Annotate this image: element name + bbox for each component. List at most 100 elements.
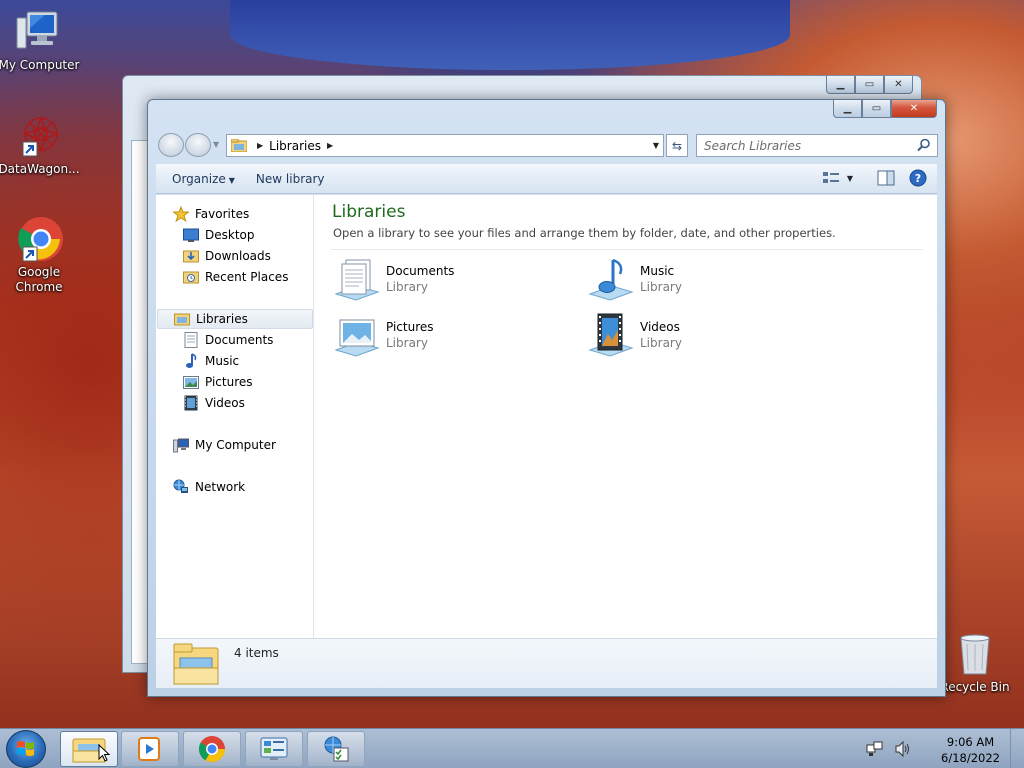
chrome-icon bbox=[198, 736, 226, 763]
mouse-cursor-icon bbox=[98, 744, 110, 762]
nav-item-libraries[interactable]: Libraries bbox=[157, 309, 313, 329]
breadcrumb-libraries[interactable]: Libraries bbox=[269, 139, 321, 153]
media-player-icon bbox=[138, 737, 160, 761]
downloads-folder-icon bbox=[183, 248, 199, 264]
library-type: Library bbox=[386, 336, 428, 350]
documents-library-icon bbox=[334, 259, 380, 301]
breadcrumb-separator[interactable]: ▶ bbox=[327, 141, 333, 150]
details-pane: 4 items bbox=[156, 638, 937, 688]
breadcrumb-separator[interactable]: ▶ bbox=[257, 141, 263, 150]
videos-icon bbox=[183, 395, 199, 411]
nav-label: Libraries bbox=[196, 312, 248, 326]
address-bar[interactable]: ▶ Libraries ▶ ▼ bbox=[226, 134, 664, 157]
start-button[interactable] bbox=[6, 730, 46, 768]
nav-label: Downloads bbox=[205, 249, 271, 263]
libraries-explorer-window: ▁ ▭ ✕ ▼ ▶ Libraries ▶ ▼ ⇆ Search Librari… bbox=[147, 99, 946, 697]
search-icon[interactable] bbox=[917, 138, 931, 152]
nav-label: Favorites bbox=[195, 207, 250, 221]
documents-icon bbox=[183, 332, 199, 348]
search-box[interactable] bbox=[696, 134, 938, 157]
library-tile-videos[interactable]: Videos Library bbox=[586, 312, 826, 362]
desktop-icon-label: Google Chrome bbox=[15, 265, 63, 294]
minimize-button[interactable]: ▁ bbox=[826, 76, 855, 94]
network-globe-icon bbox=[324, 736, 349, 762]
library-type: Library bbox=[386, 280, 428, 294]
control-panel-icon bbox=[260, 737, 288, 760]
desktop-icon-chrome[interactable]: Google Chrome bbox=[0, 215, 81, 295]
maximize-button[interactable]: ▭ bbox=[855, 76, 884, 94]
taskbar-explorer-button[interactable] bbox=[60, 731, 118, 767]
more-options-icon[interactable]: ▼ bbox=[847, 174, 853, 183]
nav-label: Desktop bbox=[205, 228, 255, 242]
new-library-label: New library bbox=[255, 171, 325, 186]
volume-icon[interactable] bbox=[894, 740, 912, 758]
taskbar-chrome-button[interactable] bbox=[183, 731, 241, 767]
wallpaper-sky bbox=[230, 0, 790, 70]
new-library-button[interactable]: New library bbox=[247, 172, 334, 186]
caption-buttons: ▁ ▭ ✕ bbox=[833, 100, 937, 118]
minimize-button[interactable]: ▁ bbox=[833, 100, 862, 118]
nav-item-favorites[interactable]: Favorites bbox=[173, 204, 329, 224]
pictures-icon bbox=[183, 374, 199, 390]
library-tile-pictures[interactable]: Pictures Library bbox=[332, 312, 572, 362]
nav-label: Recent Places bbox=[205, 270, 289, 284]
recycle-bin-icon bbox=[951, 630, 999, 678]
star-icon bbox=[173, 206, 189, 222]
pictures-library-icon bbox=[334, 319, 380, 357]
back-button[interactable] bbox=[158, 133, 184, 157]
nav-label: Documents bbox=[205, 333, 274, 347]
recent-pages-dropdown[interactable]: ▼ bbox=[213, 140, 219, 149]
maximize-button[interactable]: ▭ bbox=[862, 100, 891, 118]
library-tile-music[interactable]: Music Library bbox=[586, 256, 826, 306]
command-bar-tools: ▼ ? bbox=[822, 169, 927, 187]
divider bbox=[331, 249, 923, 250]
videos-library-icon bbox=[588, 313, 634, 357]
address-dropdown-button[interactable]: ▼ bbox=[653, 141, 659, 150]
taskbar-control-panel-button[interactable] bbox=[245, 731, 303, 767]
organize-label: Organize bbox=[172, 171, 226, 186]
item-count: 4 items bbox=[234, 646, 279, 660]
background-window-caption-buttons: ▁ ▭ ✕ bbox=[826, 76, 913, 94]
desktop-icon-datawagon[interactable]: DataWagon... bbox=[0, 112, 81, 177]
clock-date: 6/18/2022 bbox=[941, 751, 1000, 765]
close-button[interactable]: ✕ bbox=[884, 76, 913, 94]
nav-label: My Computer bbox=[195, 438, 276, 452]
change-view-button[interactable]: ▼ bbox=[822, 171, 853, 185]
network-status-icon[interactable] bbox=[866, 740, 884, 758]
music-icon bbox=[183, 353, 199, 369]
refresh-icon: ⇆ bbox=[671, 138, 683, 153]
nav-label: Videos bbox=[205, 396, 245, 410]
library-name: Pictures bbox=[386, 320, 434, 334]
library-type: Library bbox=[640, 336, 682, 350]
svg-text:?: ? bbox=[915, 172, 921, 185]
desktop-icon-label: DataWagon... bbox=[0, 162, 80, 176]
taskbar-network-tasks-button[interactable] bbox=[307, 731, 365, 767]
preview-pane-icon[interactable] bbox=[877, 170, 895, 186]
nav-item-my-computer[interactable]: My Computer bbox=[173, 435, 329, 455]
taskbar-media-player-button[interactable] bbox=[121, 731, 179, 767]
help-icon[interactable]: ? bbox=[909, 169, 927, 187]
taskbar: 9:06 AM 6/18/2022 bbox=[0, 728, 1024, 768]
refresh-button[interactable]: ⇆ bbox=[666, 134, 688, 157]
library-name: Music bbox=[640, 264, 675, 278]
forward-button[interactable] bbox=[185, 133, 211, 157]
desktop-icon bbox=[183, 227, 199, 243]
libraries-folder-icon bbox=[231, 139, 247, 152]
network-icon bbox=[173, 479, 189, 495]
organize-menu[interactable]: Organize ▼ bbox=[163, 172, 244, 186]
nav-label: Pictures bbox=[205, 375, 253, 389]
nav-item-network[interactable]: Network bbox=[173, 477, 329, 497]
clock[interactable]: 9:06 AM 6/18/2022 bbox=[941, 734, 1000, 766]
library-tile-documents[interactable]: Documents Library bbox=[332, 256, 572, 306]
recent-places-icon bbox=[183, 269, 199, 285]
page-description: Open a library to see your files and arr… bbox=[333, 226, 836, 240]
system-tray bbox=[866, 740, 912, 758]
show-desktop-button[interactable] bbox=[1010, 729, 1024, 768]
desktop-icon-my-computer[interactable]: My Computer bbox=[0, 8, 81, 73]
libraries-large-icon bbox=[173, 643, 219, 685]
search-input[interactable] bbox=[704, 138, 904, 153]
page-title: Libraries bbox=[332, 202, 406, 222]
library-name: Documents bbox=[386, 264, 455, 278]
close-button[interactable]: ✕ bbox=[891, 100, 937, 118]
computer-icon bbox=[173, 437, 189, 453]
